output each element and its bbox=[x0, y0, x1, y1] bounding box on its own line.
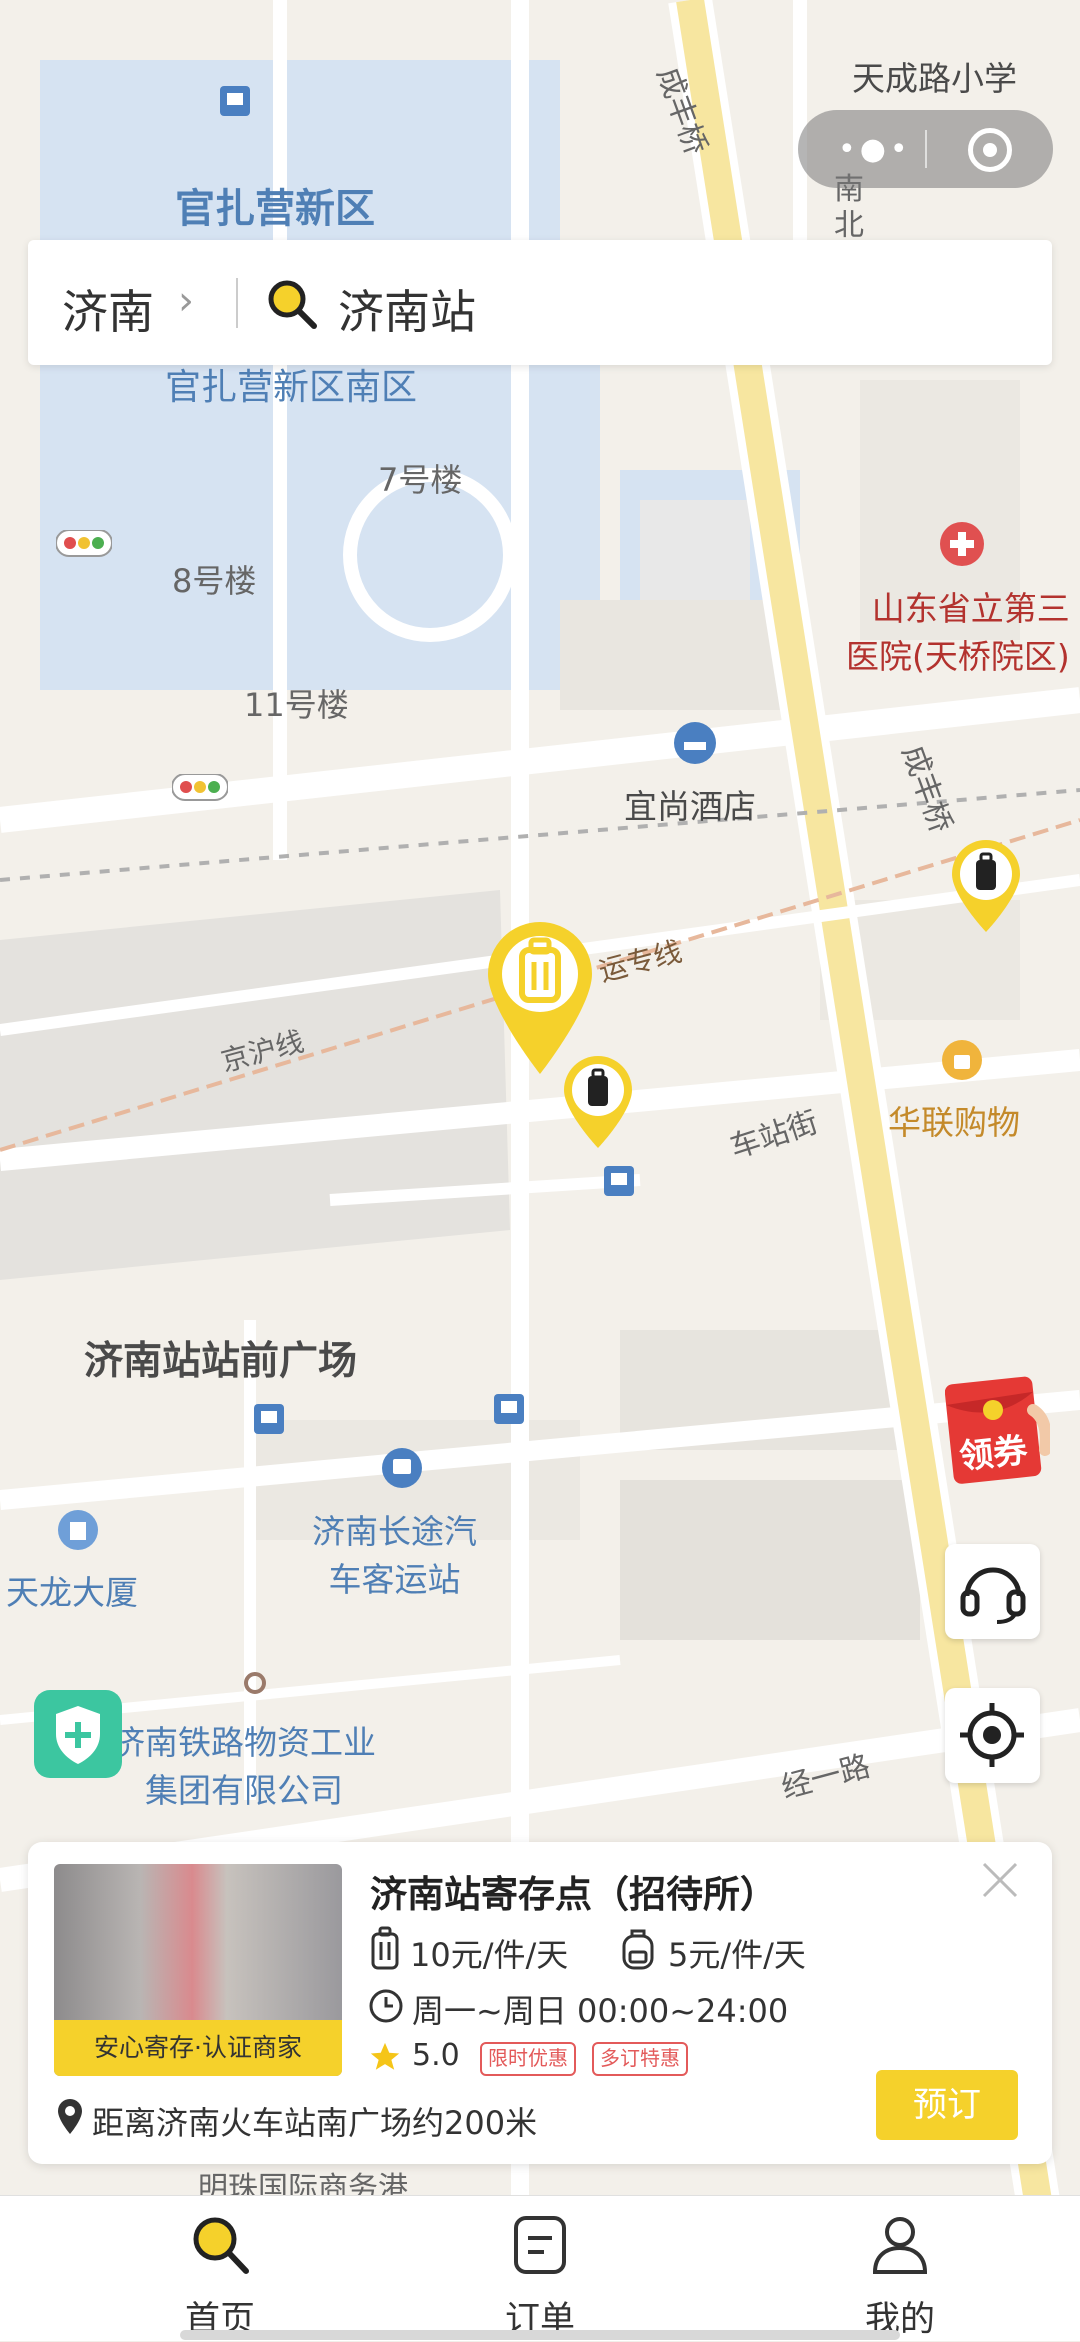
search-divider bbox=[236, 278, 238, 328]
map-label-bld11: 11号楼 bbox=[244, 686, 349, 724]
search-input[interactable]: 济南站 bbox=[338, 276, 476, 342]
store-rating: 5.0 bbox=[412, 2038, 460, 2073]
search-icon bbox=[193, 2217, 249, 2274]
map-label-plaza: 济南站站前广场 bbox=[84, 1339, 358, 1384]
store-name: 济南站寄存点（招待所） bbox=[370, 1873, 777, 1916]
map-label-guanzhaying-south: 官扎营新区南区 bbox=[165, 367, 418, 408]
promo-tag: 多订特惠 bbox=[592, 2042, 688, 2076]
close-icon[interactable] bbox=[980, 1860, 1020, 1900]
bottom-tab-bar: 首页 订单 我的 bbox=[0, 2195, 1080, 2341]
bus-stop-icon bbox=[604, 1166, 634, 1196]
tab-mine[interactable]: 我的 bbox=[800, 2196, 1000, 2341]
book-button[interactable]: 预订 bbox=[876, 2070, 1018, 2140]
store-card[interactable]: 安心寄存·认证商家 济南站寄存点（招待所） 10元/件/天 5元/件/天 周一~… bbox=[28, 1842, 1052, 2164]
shield-icon bbox=[56, 1706, 100, 1764]
store-photo[interactable]: 安心寄存·认证商家 bbox=[54, 1864, 342, 2076]
more-icon[interactable]: •●• bbox=[838, 132, 912, 167]
bus-stop-icon bbox=[254, 1404, 284, 1434]
map-label-railway-group: 济南铁路物资工业 集团有限公司 bbox=[112, 1723, 376, 1810]
map-label-hotel: 宜尚酒店 bbox=[624, 787, 756, 826]
city-selector[interactable]: 济南 bbox=[62, 276, 154, 342]
capsule-divider bbox=[925, 130, 927, 168]
star-icon bbox=[370, 2042, 400, 2070]
miniprogram-capsule[interactable]: •●• bbox=[798, 110, 1053, 188]
location-pin-icon bbox=[58, 2099, 82, 2134]
map-label-tianlong: 天龙大厦 bbox=[6, 1573, 138, 1612]
map-label-hospital: 山东省立第三 医院(天桥院区) bbox=[846, 589, 1070, 676]
storage-marker[interactable] bbox=[950, 838, 1022, 934]
search-icon bbox=[268, 280, 317, 329]
location-target-icon bbox=[960, 1703, 1024, 1767]
coupon-button[interactable]: 领券 bbox=[944, 1370, 1052, 1485]
shopping-icon bbox=[942, 1040, 982, 1080]
map-label-bld7: 7号楼 bbox=[378, 461, 463, 499]
close-miniprogram-icon[interactable] bbox=[968, 128, 1012, 172]
hotel-icon bbox=[674, 722, 716, 764]
coupon-label: 领券 bbox=[957, 1430, 1030, 1478]
tab-orders[interactable]: 订单 bbox=[440, 2196, 640, 2341]
customer-service-button[interactable] bbox=[945, 1544, 1040, 1639]
backpack-icon bbox=[622, 1929, 654, 1970]
traffic-light-icon bbox=[172, 774, 228, 801]
user-icon bbox=[872, 2217, 928, 2274]
chevron-right-icon[interactable]: › bbox=[178, 278, 194, 324]
poi-dot-icon bbox=[244, 1672, 266, 1694]
map-label-bus-station: 济南长途汽 车客运站 bbox=[312, 1512, 477, 1599]
office-building-icon bbox=[58, 1510, 98, 1550]
map-label-hualian: 华联购物 bbox=[888, 1103, 1020, 1142]
search-bar[interactable]: 济南 › 济南站 bbox=[28, 240, 1052, 365]
safety-shield-button[interactable] bbox=[34, 1690, 122, 1778]
business-hours: 周一~周日 00:00~24:00 bbox=[412, 1992, 789, 2030]
suitcase-icon bbox=[371, 1926, 399, 1970]
bus-station-icon bbox=[382, 1448, 422, 1488]
bus-stop-icon bbox=[494, 1394, 524, 1424]
tab-home[interactable]: 首页 bbox=[120, 2196, 320, 2341]
bus-stop-icon bbox=[220, 86, 250, 116]
headset-icon bbox=[960, 1567, 1026, 1624]
order-icon bbox=[514, 2216, 566, 2274]
price-small-item: 5元/件/天 bbox=[668, 1936, 806, 1974]
certified-badge: 安心寄存·认证商家 bbox=[54, 2020, 342, 2076]
map-label-guanzhaying: 官扎营新区 bbox=[175, 186, 375, 232]
traffic-light-icon bbox=[56, 530, 112, 557]
clock-icon bbox=[369, 1989, 403, 2023]
map-label-school: 天成路小学 bbox=[852, 59, 1017, 98]
store-distance: 距离济南火车站南广场约200米 bbox=[92, 2104, 538, 2142]
promo-tag: 限时优惠 bbox=[480, 2042, 576, 2076]
locate-me-button[interactable] bbox=[945, 1688, 1040, 1783]
storage-marker[interactable] bbox=[562, 1054, 634, 1150]
price-large-item: 10元/件/天 bbox=[410, 1936, 569, 1974]
map-label-bld8: 8号楼 bbox=[172, 562, 257, 600]
map-label-north: 北 bbox=[834, 208, 864, 243]
hospital-icon bbox=[940, 522, 984, 566]
home-indicator bbox=[180, 2330, 900, 2340]
